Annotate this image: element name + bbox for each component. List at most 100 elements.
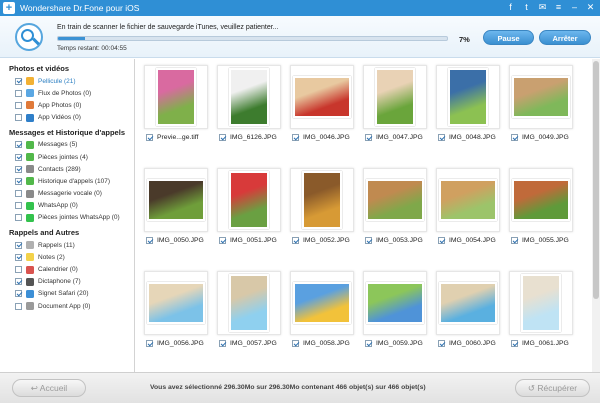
sidebar-item[interactable]: Dictaphone (7) <box>0 276 134 288</box>
home-button[interactable]: ↩ Accueil <box>12 379 86 397</box>
sidebar-item[interactable]: Flux de Photos (0) <box>0 87 134 99</box>
photo-thumbnail[interactable] <box>439 179 497 221</box>
sidebar-item-checkbox[interactable] <box>15 266 22 274</box>
photo-tile[interactable]: IMG_0054.JPG <box>434 162 504 258</box>
sidebar-item-checkbox[interactable] <box>15 77 22 85</box>
photo-tile[interactable]: IMG_0046.JPG <box>288 59 358 155</box>
photo-checkbox[interactable] <box>219 237 226 244</box>
photo-checkbox[interactable] <box>146 237 153 244</box>
photo-thumbnail[interactable] <box>293 76 351 118</box>
photo-thumbnail[interactable] <box>366 282 424 324</box>
sidebar-item-checkbox[interactable] <box>15 214 22 222</box>
photo-tile[interactable]: IMG_0053.JPG <box>361 162 431 258</box>
photo-tile[interactable]: IMG_0055.JPG <box>507 162 577 258</box>
photo-tile[interactable]: IMG_0047.JPG <box>361 59 431 155</box>
photo-thumbnail[interactable] <box>147 282 205 324</box>
sidebar-item-checkbox[interactable] <box>15 89 22 97</box>
photo-tile[interactable]: IMG_0056.JPG <box>142 265 212 361</box>
menu-icon[interactable]: ≡ <box>553 2 564 13</box>
feedback-icon[interactable]: ✉ <box>537 2 548 13</box>
photo-tile[interactable]: IMG_0050.JPG <box>142 162 212 258</box>
photo-checkbox[interactable] <box>511 134 518 141</box>
photo-thumbnail[interactable] <box>448 68 488 126</box>
sidebar-item[interactable]: App Vidéos (0) <box>0 112 134 124</box>
photo-thumbnail[interactable] <box>229 274 269 332</box>
scrollbar-thumb[interactable] <box>593 61 599 299</box>
photo-checkbox[interactable] <box>365 340 372 347</box>
sidebar-item[interactable]: Messagerie vocale (0) <box>0 188 134 200</box>
photo-tile[interactable]: Previe...ge.tiff <box>142 59 212 155</box>
twitter-icon[interactable]: t <box>521 2 532 13</box>
sidebar-item[interactable]: Signet Safari (20) <box>0 288 134 300</box>
sidebar-item-checkbox[interactable] <box>15 253 22 261</box>
photo-checkbox[interactable] <box>438 237 445 244</box>
photo-checkbox[interactable] <box>511 237 518 244</box>
photo-thumbnail[interactable] <box>366 179 424 221</box>
photo-tile[interactable]: IMG_0061.JPG <box>507 265 577 361</box>
sidebar-item[interactable]: Contacts (289) <box>0 163 134 175</box>
sidebar-item[interactable]: WhatsApp (0) <box>0 200 134 212</box>
photo-checkbox[interactable] <box>511 340 518 347</box>
sidebar-item[interactable]: Pièces jointes (4) <box>0 151 134 163</box>
sidebar-item-checkbox[interactable] <box>15 114 22 122</box>
photo-thumbnail[interactable] <box>156 68 196 126</box>
photo-tile[interactable]: IMG_0058.JPG <box>288 265 358 361</box>
sidebar-item-checkbox[interactable] <box>15 101 22 109</box>
photo-checkbox[interactable] <box>365 237 372 244</box>
sidebar-item[interactable]: Historique d'appels (107) <box>0 175 134 187</box>
sidebar-item[interactable]: Document App (0) <box>0 300 134 312</box>
facebook-icon[interactable]: f <box>505 2 516 13</box>
sidebar-item[interactable]: Pellicule (21) <box>0 75 134 87</box>
photo-thumbnail[interactable] <box>229 68 269 126</box>
photo-thumbnail[interactable] <box>293 282 351 324</box>
sidebar-item-checkbox[interactable] <box>15 241 22 249</box>
photo-checkbox[interactable] <box>292 340 299 347</box>
photo-tile[interactable]: IMG_0048.JPG <box>434 59 504 155</box>
sidebar-item-checkbox[interactable] <box>15 177 22 185</box>
sidebar-item-checkbox[interactable] <box>15 153 22 161</box>
sidebar-item[interactable]: Pièces jointes WhatsApp (0) <box>0 212 134 224</box>
photo-checkbox[interactable] <box>438 340 445 347</box>
sidebar-item-checkbox[interactable] <box>15 190 22 198</box>
photo-checkbox[interactable] <box>146 340 153 347</box>
photo-checkbox[interactable] <box>292 134 299 141</box>
sidebar-item[interactable]: Messages (5) <box>0 139 134 151</box>
sidebar-item-checkbox[interactable] <box>15 302 22 310</box>
sidebar-item-checkbox[interactable] <box>15 290 22 298</box>
sidebar-item[interactable]: Rappels (11) <box>0 239 134 251</box>
photo-tile[interactable]: IMG_0060.JPG <box>434 265 504 361</box>
photo-tile[interactable]: IMG_0049.JPG <box>507 59 577 155</box>
photo-checkbox[interactable] <box>146 134 153 141</box>
recover-button[interactable]: ↺ Récupérer <box>515 379 590 397</box>
photo-checkbox[interactable] <box>292 237 299 244</box>
sidebar-item[interactable]: App Photos (0) <box>0 99 134 111</box>
sidebar-item-checkbox[interactable] <box>15 165 22 173</box>
photo-thumbnail[interactable] <box>512 179 570 221</box>
photo-thumbnail[interactable] <box>521 274 561 332</box>
photo-checkbox[interactable] <box>438 134 445 141</box>
stop-button[interactable]: Arrêter <box>539 30 591 45</box>
photo-tile[interactable]: IMG_0057.JPG <box>215 265 285 361</box>
photo-tile[interactable]: IMG_0051.JPG <box>215 162 285 258</box>
minimize-icon[interactable]: – <box>569 2 580 13</box>
photo-tile[interactable]: IMG_0052.JPG <box>288 162 358 258</box>
sidebar-item-checkbox[interactable] <box>15 278 22 286</box>
photo-checkbox[interactable] <box>365 134 372 141</box>
photo-checkbox[interactable] <box>219 340 226 347</box>
close-icon[interactable]: ✕ <box>585 2 596 13</box>
photo-thumbnail[interactable] <box>439 282 497 324</box>
photo-tile[interactable]: IMG_0059.JPG <box>361 265 431 361</box>
photo-thumbnail[interactable] <box>229 171 269 229</box>
photo-thumbnail[interactable] <box>512 76 570 118</box>
photo-tile[interactable]: IMG_6126.JPG <box>215 59 285 155</box>
photo-thumbnail[interactable] <box>147 179 205 221</box>
sidebar-item[interactable]: Notes (2) <box>0 251 134 263</box>
sidebar-item[interactable]: Calendrier (0) <box>0 263 134 275</box>
grid-scrollbar[interactable] <box>592 59 600 372</box>
photo-checkbox[interactable] <box>219 134 226 141</box>
sidebar-item-checkbox[interactable] <box>15 202 22 210</box>
sidebar-item-checkbox[interactable] <box>15 141 22 149</box>
pause-button[interactable]: Pause <box>483 30 534 45</box>
photo-thumbnail[interactable] <box>375 68 415 126</box>
photo-thumbnail[interactable] <box>302 171 342 229</box>
